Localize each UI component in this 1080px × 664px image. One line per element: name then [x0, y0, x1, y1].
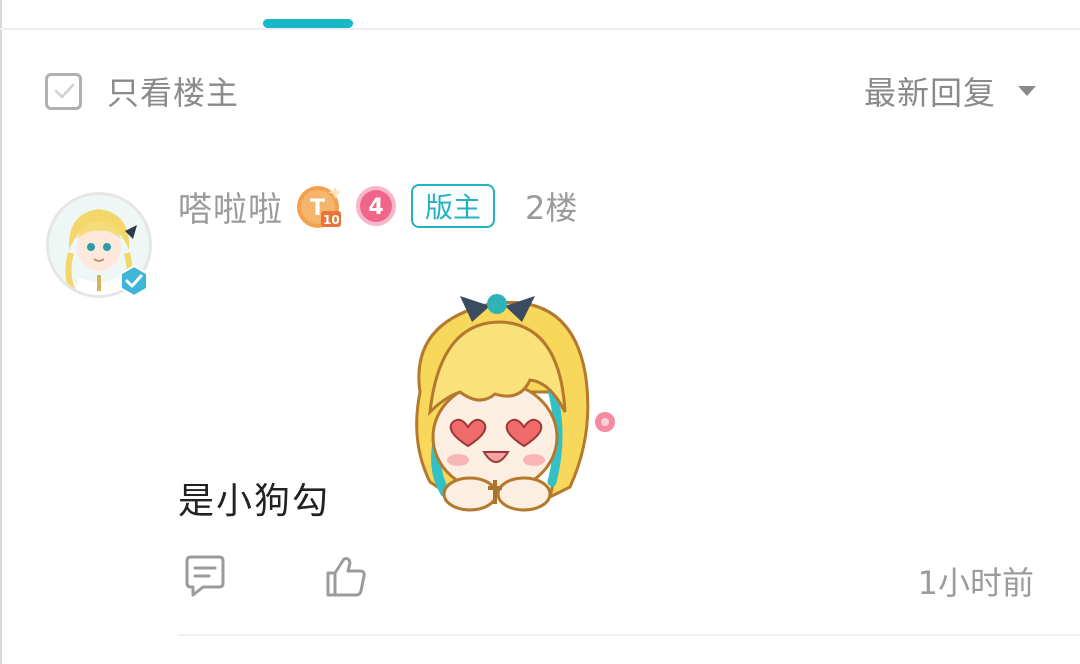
- username[interactable]: 嗒啦啦: [178, 182, 283, 231]
- comment-icon[interactable]: [181, 553, 229, 601]
- post-content: 是小狗勾: [178, 481, 331, 522]
- floor-number: 2楼: [525, 189, 578, 227]
- sort-label: 最新回复: [863, 74, 996, 112]
- role-badge: 版主: [411, 184, 496, 228]
- chevron-down-icon: [1018, 86, 1036, 96]
- only-op-filter[interactable]: 只看楼主: [45, 68, 239, 114]
- post-time: 1小时前: [917, 564, 1034, 602]
- verified-icon: [120, 265, 148, 297]
- sort-dropdown[interactable]: 最新回复: [864, 68, 1036, 114]
- post-header: 嗒啦啦 T 10 4 版主 2楼: [178, 180, 577, 232]
- svg-text:10: 10: [323, 213, 340, 227]
- post-page: 只看楼主 最新回复 嗒啦啦 T 10 4 版主 2楼 是小狗勾 1小时前: [0, 0, 1080, 664]
- only-op-label: 只看楼主: [107, 74, 240, 112]
- checkbox-icon[interactable]: [45, 72, 82, 110]
- title-badge-icon: T 10: [297, 186, 342, 228]
- edge-line: [0, 0, 2, 664]
- thumbs-up-icon[interactable]: [322, 553, 370, 601]
- sticker-image: [415, 294, 615, 512]
- level-badge-icon: 4: [356, 186, 396, 226]
- tab-indicator: [263, 19, 353, 28]
- bottom-divider: [178, 634, 1080, 636]
- top-divider: [0, 28, 1080, 30]
- svg-text:4: 4: [368, 195, 383, 220]
